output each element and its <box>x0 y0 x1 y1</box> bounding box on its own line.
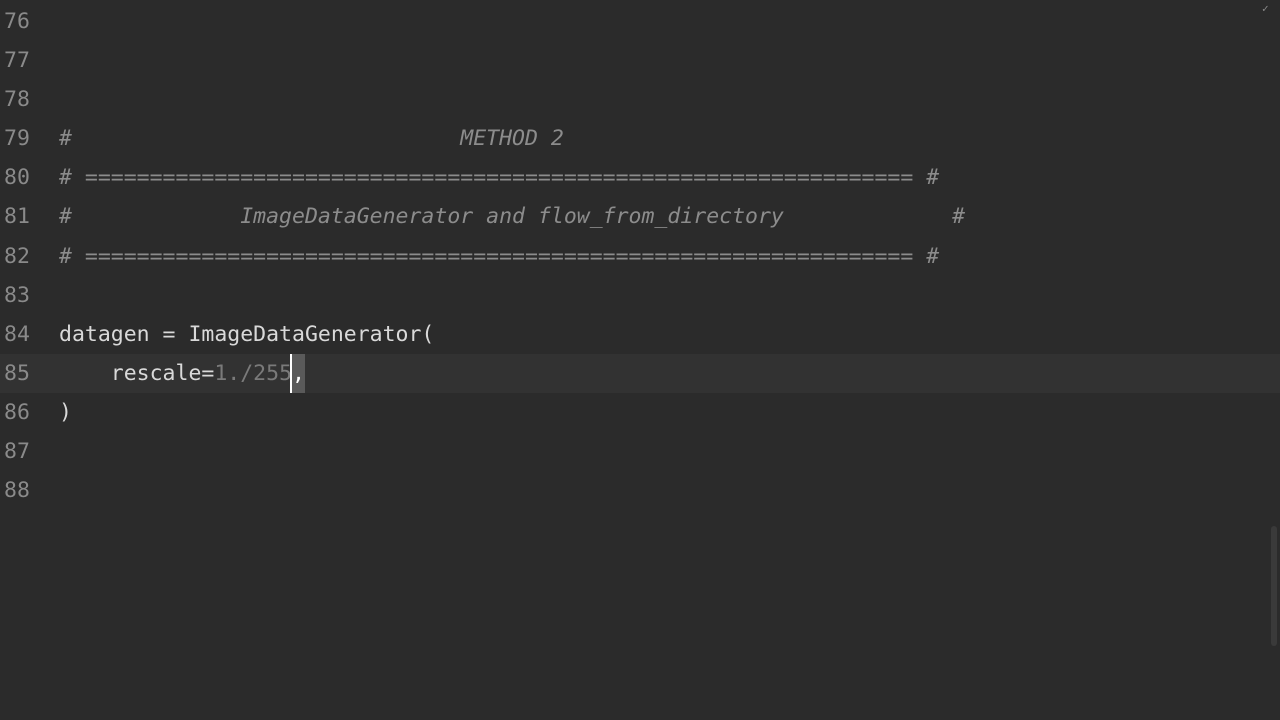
comment-text: # ======================================… <box>59 165 940 191</box>
number-literal: 1./255 <box>214 360 293 386</box>
line-code[interactable]: ) <box>59 393 72 432</box>
line-number: 82 <box>4 243 30 269</box>
line-code[interactable]: datagen = ImageDataGenerator( <box>59 315 434 354</box>
code-lines: 76 77 78 79 # METHOD 2 80 # ==================… <box>0 2 1280 510</box>
line-number: 80 <box>4 165 30 191</box>
line-number: 76 <box>4 9 30 34</box>
line-number: 84 <box>4 321 30 347</box>
scrollbar[interactable] <box>1270 0 1280 720</box>
line-number: 78 <box>4 87 30 113</box>
line-number: 77 <box>4 48 30 74</box>
line-number: 85 <box>4 360 30 386</box>
code-editor[interactable]: ✓ 76 77 78 79 # METHOD 2 80 # ================… <box>0 0 1280 720</box>
code-line[interactable]: 87 <box>0 432 1280 471</box>
line-code[interactable]: # ======================================… <box>59 237 939 276</box>
code-text: ) <box>59 399 72 425</box>
comment-text: # METHOD 2 <box>59 126 564 152</box>
line-number: 83 <box>4 282 30 308</box>
code-line[interactable]: 86) <box>0 393 1280 432</box>
line-number: 81 <box>4 204 30 230</box>
line-number: 79 <box>4 126 30 152</box>
code-line[interactable]: 76 <box>0 2 1280 41</box>
line-code[interactable]: rescale=1./255, <box>59 353 305 393</box>
text-cursor: , <box>290 353 305 393</box>
line-number: 86 <box>4 399 30 425</box>
code-line[interactable]: 77 <box>0 41 1280 80</box>
code-line[interactable]: 81 # ImageDataGenerator and flow_from_dir… <box>0 197 1280 236</box>
code-line[interactable]: 78 <box>0 80 1280 119</box>
code-line[interactable]: 82 # ====================================… <box>0 237 1280 276</box>
line-number: 87 <box>4 439 30 465</box>
line-number: 88 <box>4 478 30 504</box>
code-line[interactable]: 83 <box>0 276 1280 315</box>
code-line[interactable]: 79 # METHOD 2 <box>0 119 1280 158</box>
comment-text: # ======================================… <box>59 243 940 269</box>
code-line[interactable]: 80 # ====================================… <box>0 158 1280 197</box>
code-line[interactable]: 85 rescale=1./255, <box>0 353 1280 393</box>
line-code[interactable]: # ImageDataGenerator and flow_from_direc… <box>59 197 965 236</box>
code-text: datagen = ImageDataGenerator( <box>59 321 435 347</box>
code-line[interactable]: 84 datagen = ImageDataGenerator( <box>0 315 1280 354</box>
line-code[interactable]: # METHOD 2 <box>59 119 564 158</box>
line-code[interactable]: # ======================================… <box>59 158 939 197</box>
comment-text: # ImageDataGenerator and flow_from_direc… <box>59 204 966 230</box>
code-line[interactable]: 88 <box>0 471 1280 510</box>
code-text: rescale= <box>59 360 215 386</box>
scrollbar-thumb[interactable] <box>1271 526 1277 646</box>
